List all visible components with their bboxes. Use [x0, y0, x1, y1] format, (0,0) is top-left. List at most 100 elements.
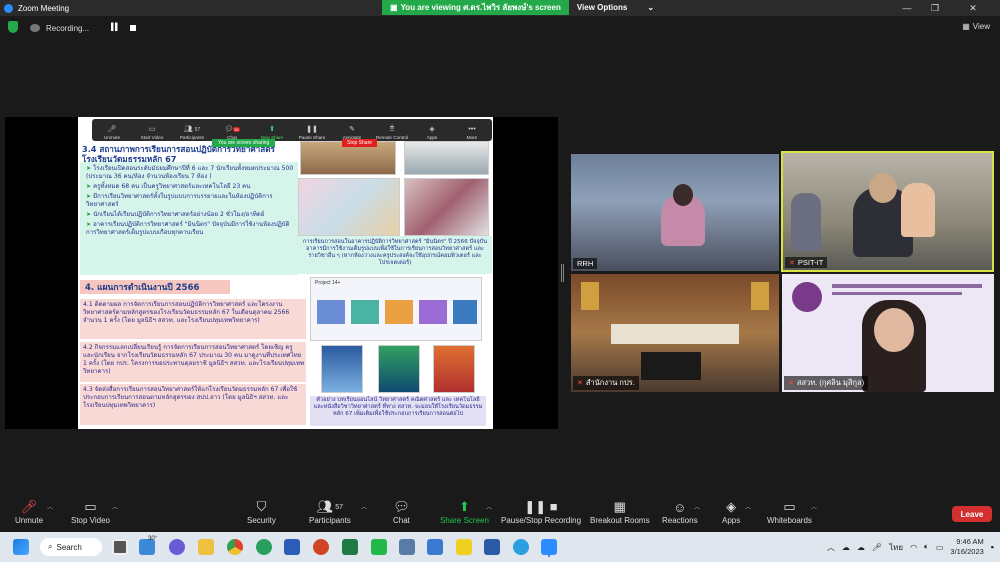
video-options-chevron-icon[interactable]: ︿: [112, 502, 118, 511]
audio-options-chevron-icon[interactable]: ︿: [47, 502, 53, 511]
zoom-taskbar-icon[interactable]: [541, 539, 557, 555]
share-toolbar-label: Remote Control: [375, 135, 409, 140]
app-icon[interactable]: [484, 539, 500, 555]
share-remote-control-button[interactable]: 🖱︎ Remote Control: [374, 125, 410, 140]
chat-button[interactable]: 💬︎ Chat: [393, 498, 410, 525]
microphone-icon[interactable]: 🎤︎: [872, 543, 882, 552]
clock[interactable]: 9:46 AM 3/16/2023: [950, 537, 983, 557]
participants-button[interactable]: 👥︎ 57 Participants: [309, 498, 351, 525]
bullet-item: มีการเรียนวิทยาศาสตร์ทั้งในรูปแบบการบรรย…: [86, 193, 273, 208]
reactions-button[interactable]: ☺ Reactions: [662, 498, 698, 526]
line-icon[interactable]: [371, 539, 387, 555]
windows-start-icon[interactable]: [13, 539, 29, 555]
windows-taskbar: ⌕ Search 30° ︿ ☁ ☁ 🎤︎ ไทย ◠ 🔈︎ ▭ 9:46 AM…: [0, 532, 1000, 562]
chrome-icon[interactable]: [227, 539, 243, 555]
participant-name-tag: ✕ PSIT-IT: [785, 257, 828, 268]
security-button[interactable]: ⛉ Security: [247, 498, 276, 525]
viewing-label: ▣ You are viewing ศ.ดร.ไพวิร ลัยพงษ์'s s…: [382, 0, 569, 15]
plan-item: 4.2 กิจกรรมแลกเปลี่ยนเรียนรู้ การจัดการเ…: [83, 344, 305, 375]
recording-label: Recording...: [46, 23, 90, 33]
mic-off-icon: 🎤︎: [20, 499, 38, 514]
video-tile-psit-it[interactable]: ✕ PSIT-IT: [781, 151, 994, 272]
share-annotate-button[interactable]: ✎ Annotate: [334, 125, 370, 140]
video-tile-ipst[interactable]: ✕ สสวท. (กุศลิน มุสิกุล): [782, 274, 994, 392]
view-options-label: View Options: [576, 3, 628, 12]
share-up-icon: ⬆: [269, 126, 275, 133]
leave-button[interactable]: Leave: [952, 506, 992, 522]
participants-chevron-icon[interactable]: ︿: [361, 502, 367, 511]
task-view-icon[interactable]: [112, 539, 128, 555]
onedrive-icon[interactable]: ☁: [842, 543, 850, 552]
apps-label: Apps: [722, 516, 741, 525]
breakout-rooms-button[interactable]: ▦ Breakout Rooms: [590, 498, 650, 525]
share-new-share-button[interactable]: ⬆ New Share: [254, 125, 290, 140]
close-icon[interactable]: ✕: [960, 0, 986, 16]
share-participants-button[interactable]: 👥︎ 57 Participants: [174, 125, 210, 140]
view-button[interactable]: ▦ View: [962, 22, 990, 31]
share-screen-button[interactable]: ⬆ Share Screen: [440, 498, 489, 525]
participants-label: Participants: [309, 516, 351, 525]
pause-stop-recording-button[interactable]: ❚❚ ■ Pause/Stop Recording: [501, 498, 581, 525]
excel-icon[interactable]: [342, 539, 358, 555]
bullet-item: อาคารเรียนปฏิบัติการวิทยาศาสตร์ "มินนิตร…: [86, 221, 290, 236]
encryption-shield-icon[interactable]: [8, 21, 18, 33]
minimize-icon[interactable]: —: [894, 0, 920, 16]
reactions-chevron-icon[interactable]: ︿: [694, 502, 700, 511]
students-photo: [298, 178, 400, 236]
maximize-icon[interactable]: ❐: [922, 0, 948, 16]
share-screen-label: Share Screen: [440, 516, 489, 525]
notification-icon[interactable]: ▪: [991, 542, 994, 552]
zoom-logo-icon: [4, 3, 13, 13]
notepad-icon[interactable]: [427, 539, 443, 555]
unmute-label: Unmute: [15, 516, 44, 525]
cloud-icon[interactable]: ☁: [857, 543, 865, 552]
file-explorer-icon[interactable]: [198, 539, 214, 555]
taskbar-search[interactable]: ⌕ Search: [40, 538, 102, 556]
share-chat-button[interactable]: 💬︎30 Chat: [214, 125, 250, 140]
stop-share-button[interactable]: Stop Share: [342, 139, 378, 147]
share-unmute-button[interactable]: 🎤︎ Unmute: [94, 125, 130, 140]
powerpoint-icon[interactable]: [313, 539, 329, 555]
word-icon[interactable]: [284, 539, 300, 555]
whiteboard-icon: ▭: [783, 499, 796, 514]
video-tile-rrh[interactable]: RRH: [571, 154, 779, 271]
calculator-icon[interactable]: [399, 539, 415, 555]
share-apps-button[interactable]: ◈ Apps: [414, 125, 450, 140]
battery-icon[interactable]: ▭: [936, 543, 944, 552]
share-pause-share-button[interactable]: ❚❚ Pause Share: [294, 125, 330, 140]
share-more-button[interactable]: ••• More: [454, 126, 490, 140]
chat-label: Chat: [393, 516, 410, 525]
whiteboards-chevron-icon[interactable]: ︿: [811, 502, 817, 511]
whiteboards-button[interactable]: ▭ Whiteboards: [767, 498, 812, 525]
volume-icon[interactable]: 🔈︎: [924, 542, 929, 552]
wifi-icon[interactable]: ◠: [910, 543, 917, 552]
participant-name: สสวท. (กุศลิน มุสิกุล): [796, 378, 865, 387]
search-icon: ⌕: [48, 542, 53, 551]
share-start-video-button[interactable]: ▭ Start Video: [134, 125, 170, 140]
participants-count: 57: [335, 503, 344, 511]
panel-resize-handle[interactable]: [561, 264, 564, 282]
view-options-button[interactable]: View Options ⌄: [568, 0, 663, 15]
shared-screen: 3.4 สถานภาพการเรียนการสอนปฏิบัติการวิทยา…: [5, 117, 558, 429]
system-tray: ︿ ☁ ☁ 🎤︎ ไทย ◠ 🔈︎ ▭ 9:46 AM 3/16/2023 ▪: [827, 532, 994, 562]
browser-icon[interactable]: [256, 539, 272, 555]
apps-button[interactable]: ◈ Apps: [722, 498, 740, 525]
smiley-icon: ☺: [673, 499, 687, 515]
apps-chevron-icon[interactable]: ︿: [745, 502, 751, 511]
edge-icon[interactable]: [513, 539, 529, 555]
teams-icon[interactable]: [169, 539, 185, 555]
unmute-button[interactable]: 🎤︎ Unmute: [15, 498, 43, 525]
apps-icon: ◈: [429, 126, 435, 133]
bullet-item: โรงเรียนเปิดสอนระดับมัธยมศึกษาปีที่ 6 แล…: [86, 165, 294, 180]
show-hidden-icons-icon[interactable]: ︿: [827, 542, 835, 553]
sticky-notes-icon[interactable]: [456, 539, 472, 555]
reactions-label: Reactions: [662, 516, 698, 525]
video-tile-gpr[interactable]: ✕ สำนักงาน กปร.: [571, 274, 779, 392]
pause-recording-icon[interactable]: ▌▌: [111, 24, 120, 31]
more-icon: •••: [468, 126, 476, 133]
language-indicator[interactable]: ไทย: [889, 541, 903, 554]
stop-video-button[interactable]: ▭ Stop Video: [71, 498, 110, 525]
share-options-chevron-icon[interactable]: ︿: [486, 502, 492, 511]
meeting-toolbar: 🎤︎ Unmute ︿ ▭ Stop Video ︿ ⛉ Security 👥︎ 57 P…: [0, 494, 1000, 532]
stop-recording-icon[interactable]: [130, 25, 136, 31]
